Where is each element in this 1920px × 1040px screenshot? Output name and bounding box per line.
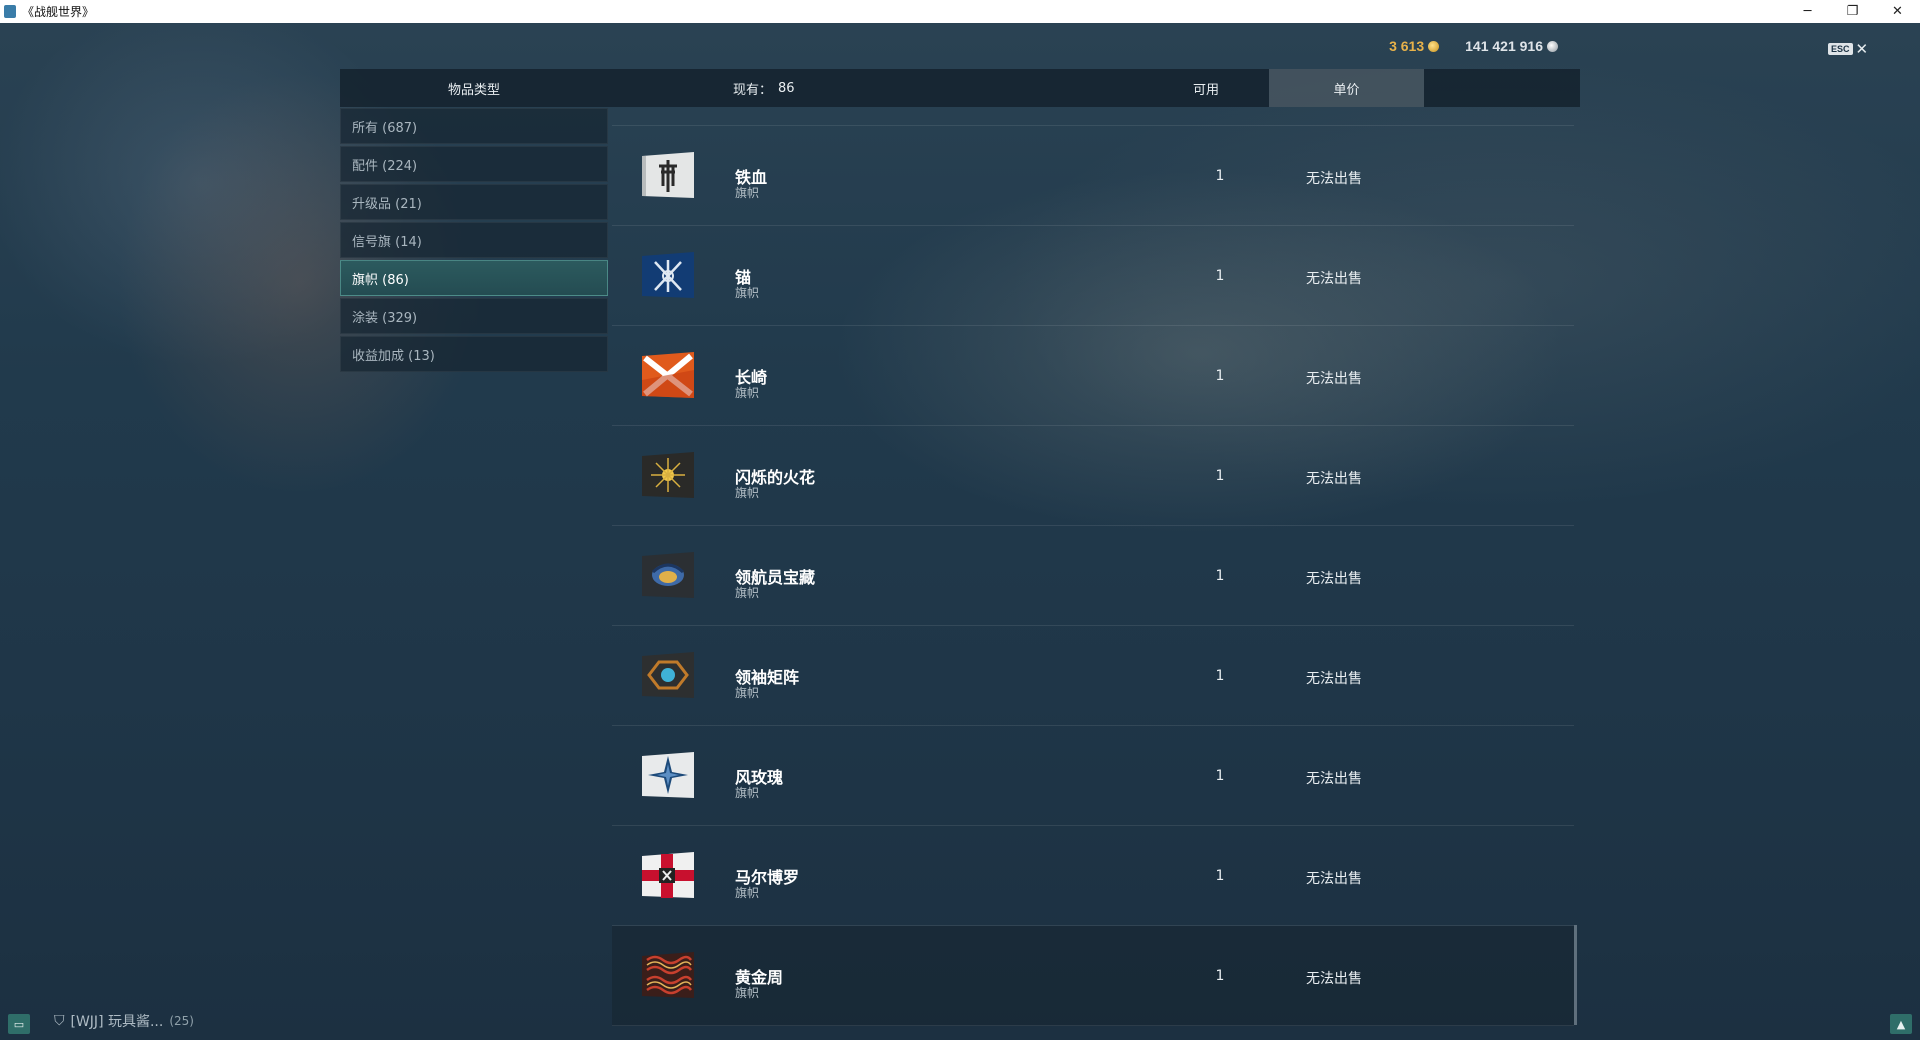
silver-balance: 141 421 916 xyxy=(1465,38,1558,54)
item-type: 旗帜 xyxy=(735,286,760,300)
nagasaki-flag-icon xyxy=(639,350,697,402)
item-type: 旗帜 xyxy=(735,586,760,600)
item-quantity: 1 xyxy=(1215,968,1225,984)
category-modules[interactable]: 配件 (224) xyxy=(340,146,608,182)
category-all[interactable]: 所有 (687) xyxy=(340,108,608,144)
gold-amount: 3 613 xyxy=(1389,38,1425,54)
item-type: 旗帜 xyxy=(735,186,760,200)
bell-icon: ▲ xyxy=(1896,1017,1906,1031)
window-titlebar: 《战舰世界》 ─ ❐ ✕ xyxy=(0,0,1920,23)
item-type: 旗帜 xyxy=(735,686,760,700)
item-price: 无法出售 xyxy=(1306,971,1362,987)
doubloon-icon xyxy=(1428,40,1440,52)
item-price: 无法出售 xyxy=(1306,871,1362,887)
marlborough-flag-icon xyxy=(639,850,697,902)
item-price: 无法出售 xyxy=(1306,671,1362,687)
notifications-button[interactable]: ▲ xyxy=(1890,1014,1912,1034)
chat-icon: ▭ xyxy=(13,1017,25,1031)
category-signals[interactable]: 信号旗 (14) xyxy=(340,222,608,258)
item-quantity: 1 xyxy=(1215,368,1225,384)
header-price-sort[interactable]: 单价 xyxy=(1269,69,1424,107)
silver-amount: 141 421 916 xyxy=(1465,38,1543,54)
category-upgrades[interactable]: 升级品 (21) xyxy=(340,184,608,220)
owned-label: 现有： xyxy=(733,82,773,98)
esc-key-badge: ESC xyxy=(1828,43,1853,55)
item-price: 无法出售 xyxy=(1306,771,1362,787)
owned-value: 86 xyxy=(778,80,795,96)
chat-button[interactable]: ▭ xyxy=(8,1014,30,1034)
golden-week-flag-icon xyxy=(639,950,697,1002)
credits-icon xyxy=(1547,40,1558,52)
navigator-treasure-flag-icon xyxy=(639,550,697,602)
item-type: 旗帜 xyxy=(735,986,760,1000)
member-count: (25) xyxy=(169,1014,194,1028)
anchor-flag-icon xyxy=(639,250,697,302)
app-icon xyxy=(4,5,16,18)
item-quantity: 1 xyxy=(1215,468,1225,484)
item-quantity: 1 xyxy=(1215,568,1225,584)
item-type: 旗帜 xyxy=(735,486,760,500)
sparkle-flag-icon xyxy=(639,450,697,502)
header-item-type: 物品类型 xyxy=(447,82,500,98)
list-item[interactable]: 领航员宝藏 旗帜 1 无法出售 xyxy=(612,526,1574,626)
item-price: 无法出售 xyxy=(1306,371,1362,387)
category-sidebar: 所有 (687) 配件 (224) 升级品 (21) 信号旗 (14) 旗帜 (… xyxy=(340,108,608,374)
category-boosters[interactable]: 收益加成 (13) xyxy=(340,336,608,372)
close-window-button[interactable]: ✕ xyxy=(1875,0,1920,23)
gold-balance: 3 613 xyxy=(1389,38,1440,54)
list-item[interactable]: 马尔博罗 旗帜 1 无法出售 xyxy=(612,826,1574,926)
iron-blood-flag-icon xyxy=(639,150,697,202)
leader-matrix-flag-icon xyxy=(639,650,697,702)
list-item[interactable]: 长崎 旗帜 1 无法出售 xyxy=(612,326,1574,426)
item-quantity: 1 xyxy=(1215,668,1225,684)
item-quantity: 1 xyxy=(1215,268,1225,284)
minimize-button[interactable]: ─ xyxy=(1785,0,1830,23)
item-type: 旗帜 xyxy=(735,786,760,800)
category-camouflage[interactable]: 涂装 (329) xyxy=(340,298,608,334)
restore-button[interactable]: ❐ xyxy=(1830,0,1875,23)
shield-icon: ⛉ xyxy=(54,1013,65,1029)
currency-panel: 3 613 141 421 916 xyxy=(1389,38,1558,54)
item-quantity: 1 xyxy=(1215,768,1225,784)
wind-rose-flag-icon xyxy=(639,750,697,802)
item-type: 旗帜 xyxy=(735,386,760,400)
item-price: 无法出售 xyxy=(1306,471,1362,487)
list-item[interactable]: 闪烁的火花 旗帜 1 无法出售 xyxy=(612,426,1574,526)
table-header: 物品类型 现有： 86 可用 单价 xyxy=(340,69,1580,107)
category-flags[interactable]: 旗帜 (86) xyxy=(340,260,608,296)
item-price: 无法出售 xyxy=(1306,171,1362,187)
item-list: 铁血 旗帜 1 无法出售 锚 旗帜 1 无法出售 长崎 旗帜 1 无法出售 闪烁… xyxy=(612,108,1574,1028)
header-owned: 现有： 86 xyxy=(733,69,795,107)
esc-close-button[interactable]: ESC ✕ xyxy=(1828,40,1869,58)
close-icon: ✕ xyxy=(1855,40,1869,58)
header-available-sort[interactable]: 可用 xyxy=(1170,69,1242,107)
bottom-bar: ▭ ⛉ [WJJ] 玩具酱... (25) ▲ xyxy=(0,1010,1920,1040)
list-item[interactable]: 风玫瑰 旗帜 1 无法出售 xyxy=(612,726,1574,826)
division-info[interactable]: ⛉ [WJJ] 玩具酱... (25) xyxy=(54,1011,194,1031)
list-item[interactable]: 铁血 旗帜 1 无法出售 xyxy=(612,126,1574,226)
list-item[interactable]: 领袖矩阵 旗帜 1 无法出售 xyxy=(612,626,1574,726)
item-price: 无法出售 xyxy=(1306,271,1362,287)
clan-name: [WJJ] 玩具酱... xyxy=(70,1014,164,1030)
item-price: 无法出售 xyxy=(1306,571,1362,587)
item-type: 旗帜 xyxy=(735,886,760,900)
item-quantity: 1 xyxy=(1215,168,1225,184)
window-controls: ─ ❐ ✕ xyxy=(1785,0,1920,23)
list-item[interactable]: 锚 旗帜 1 无法出售 xyxy=(612,226,1574,326)
item-quantity: 1 xyxy=(1215,868,1225,884)
window-title: 《战舰世界》 xyxy=(22,5,95,19)
